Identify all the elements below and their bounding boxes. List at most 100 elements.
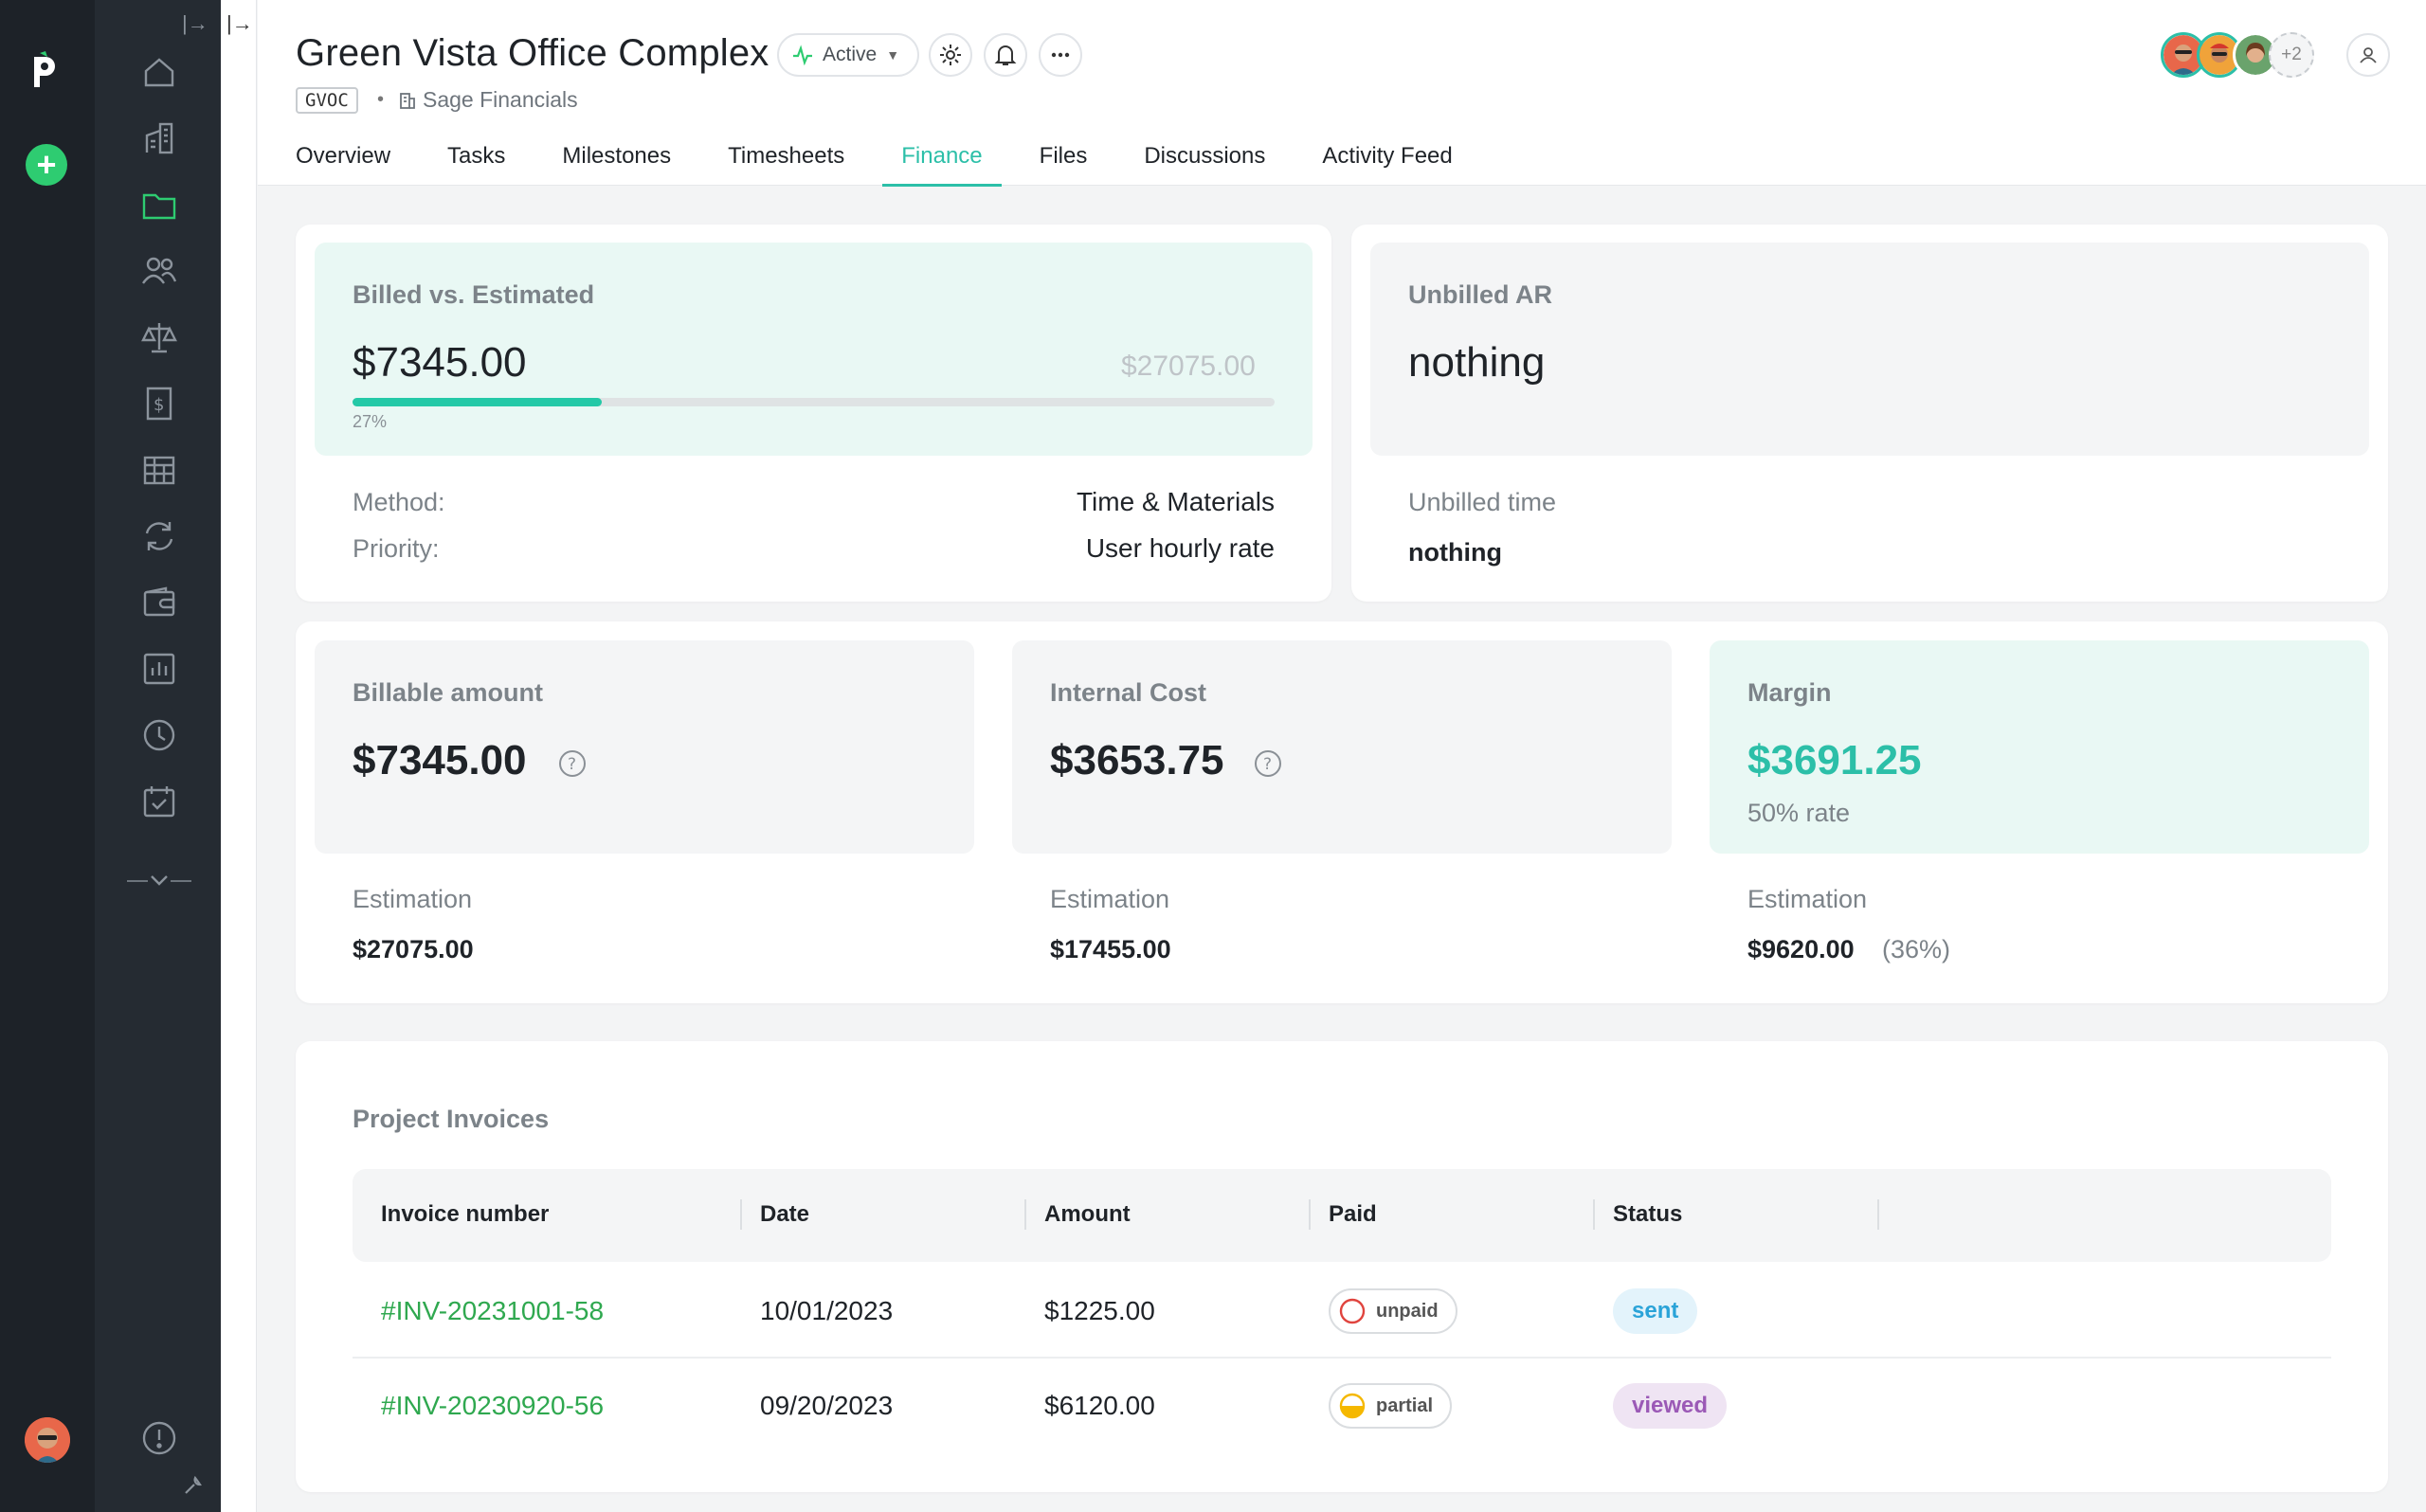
notifications-button[interactable] (984, 33, 1027, 77)
invoice-amount: $1225.00 (1044, 1296, 1155, 1325)
tab-milestones[interactable]: Milestones (562, 137, 671, 187)
tab-overview[interactable]: Overview (296, 137, 390, 187)
separator-dot: • (377, 89, 385, 110)
paid-label: unpaid (1376, 1300, 1439, 1322)
toggle-panel-icon[interactable]: |→ (226, 11, 253, 36)
help-icon[interactable]: ? (1254, 749, 1282, 778)
page-title: Green Vista Office Complex (296, 32, 769, 74)
nav-folder-icon[interactable] (136, 182, 182, 227)
billable-amount-label: Billable amount (353, 678, 544, 707)
internal-cost-label: Internal Cost (1050, 678, 1207, 707)
help-icon[interactable]: ? (558, 749, 587, 778)
nav-buildings-icon[interactable] (136, 116, 182, 161)
nav-sidebar: |→ $ (95, 0, 221, 1512)
building-icon (400, 92, 415, 109)
margin-rate: 50% rate (1747, 799, 1851, 827)
create-new-button[interactable]: + (26, 144, 67, 186)
nav-invoice-icon[interactable]: $ (136, 381, 182, 426)
status-dropdown[interactable]: Active ▼ (777, 33, 919, 77)
svg-text:$: $ (154, 395, 164, 415)
col-status[interactable]: Status (1613, 1201, 1682, 1228)
invoice-date: 09/20/2023 (760, 1391, 894, 1420)
chevron-down-icon (127, 875, 191, 886)
tab-finance[interactable]: Finance (882, 137, 1003, 187)
method-label: Method: (353, 488, 445, 516)
column-divider (740, 1199, 742, 1230)
billable-estimation-label: Estimation (353, 885, 473, 913)
column-divider (1593, 1199, 1595, 1230)
activity-icon (793, 45, 812, 65)
margin-value: $3691.25 (1747, 737, 1922, 783)
paid-status-pill: partial (1329, 1383, 1453, 1429)
margin-estimation-percent: (36%) (1882, 935, 1951, 963)
estimated-total: $27075.00 (1121, 351, 1256, 382)
nav-clock-icon[interactable] (136, 712, 182, 758)
svg-text:?: ? (568, 755, 576, 774)
method-value: Time & Materials (1076, 487, 1275, 516)
margin-estimation-value: $9620.00 (1747, 935, 1855, 963)
unbilled-time-label: Unbilled time (1408, 488, 1557, 516)
more-options-button[interactable] (1039, 33, 1082, 77)
svg-text:?: ? (1263, 755, 1272, 774)
info-icon[interactable] (136, 1415, 182, 1461)
nav-scales-icon[interactable] (136, 315, 182, 360)
paid-status-pill: unpaid (1329, 1288, 1457, 1334)
add-member-button[interactable] (2346, 33, 2390, 77)
col-date[interactable]: Date (760, 1201, 809, 1228)
expand-sidebar-icon[interactable]: |→ (182, 11, 208, 36)
invoice-number-link[interactable]: #INV-20231001-58 (381, 1296, 604, 1326)
more-members-badge[interactable]: +2 (2269, 32, 2314, 78)
tab-tasks[interactable]: Tasks (447, 137, 505, 187)
margin-estimation-label: Estimation (1747, 885, 1868, 913)
status-badge: viewed (1613, 1383, 1728, 1429)
invoice-number-link[interactable]: #INV-20230920-56 (381, 1391, 604, 1421)
billed-progress-label: 27% (353, 412, 388, 431)
status-label: Active (823, 44, 878, 65)
margin-label: Margin (1747, 678, 1832, 707)
nav-calendar-check-icon[interactable] (136, 779, 182, 824)
unbilled-ar-value: nothing (1408, 339, 1546, 386)
client-name: Sage Financials (423, 87, 578, 112)
tab-files[interactable]: Files (1040, 137, 1088, 187)
nav-sync-icon[interactable] (136, 513, 182, 559)
ellipsis-icon (1051, 52, 1070, 58)
tab-timesheets[interactable]: Timesheets (728, 137, 844, 187)
caret-down-icon: ▼ (886, 47, 900, 63)
billed-progress-fill (353, 398, 602, 406)
priority-value: User hourly rate (1085, 533, 1275, 563)
current-user-avatar[interactable] (25, 1417, 70, 1463)
logo-icon (34, 51, 55, 87)
unbilled-ar-label: Unbilled AR (1408, 280, 1552, 309)
col-amount[interactable]: Amount (1044, 1201, 1131, 1228)
column-divider (1877, 1199, 1879, 1230)
unbilled-time-value: nothing (1408, 538, 1502, 567)
avatar-image (25, 1417, 70, 1463)
invoices-title: Project Invoices (353, 1105, 550, 1133)
project-code-tag: GVOC (296, 87, 358, 114)
billed-label: Billed vs. Estimated (353, 280, 595, 309)
col-invoice-number[interactable]: Invoice number (381, 1201, 549, 1228)
team-avatars[interactable]: +2 (2161, 32, 2314, 78)
table-row[interactable]: #INV-20231001-58 10/01/2023 $1225.00 unp… (353, 1264, 2331, 1359)
table-row[interactable]: #INV-20230920-56 09/20/2023 $6120.00 par… (353, 1359, 2331, 1453)
project-header: Green Vista Office Complex Active ▼ GVOC… (258, 0, 2426, 187)
column-divider (1024, 1199, 1026, 1230)
cost-estimation-value: $17455.00 (1050, 935, 1171, 963)
billable-amount-value: $7345.00 (353, 737, 527, 783)
settings-button[interactable] (929, 33, 972, 77)
nav-table-icon[interactable] (136, 447, 182, 493)
tab-activity-feed[interactable]: Activity Feed (1322, 137, 1452, 187)
nav-wallet-icon[interactable] (136, 580, 182, 625)
tab-discussions[interactable]: Discussions (1144, 137, 1265, 187)
col-paid[interactable]: Paid (1329, 1201, 1377, 1228)
nav-home-icon[interactable] (136, 49, 182, 95)
app-logo[interactable] (27, 47, 64, 93)
invoice-date: 10/01/2023 (760, 1296, 894, 1325)
cost-estimation-label: Estimation (1050, 885, 1170, 913)
billed-progress-bar (353, 398, 1275, 406)
nav-more-toggle[interactable] (125, 870, 193, 892)
nav-people-icon[interactable] (136, 248, 182, 294)
nav-chart-icon[interactable] (136, 646, 182, 692)
client-link[interactable]: Sage Financials (398, 87, 578, 113)
wrench-icon[interactable] (182, 1474, 208, 1501)
